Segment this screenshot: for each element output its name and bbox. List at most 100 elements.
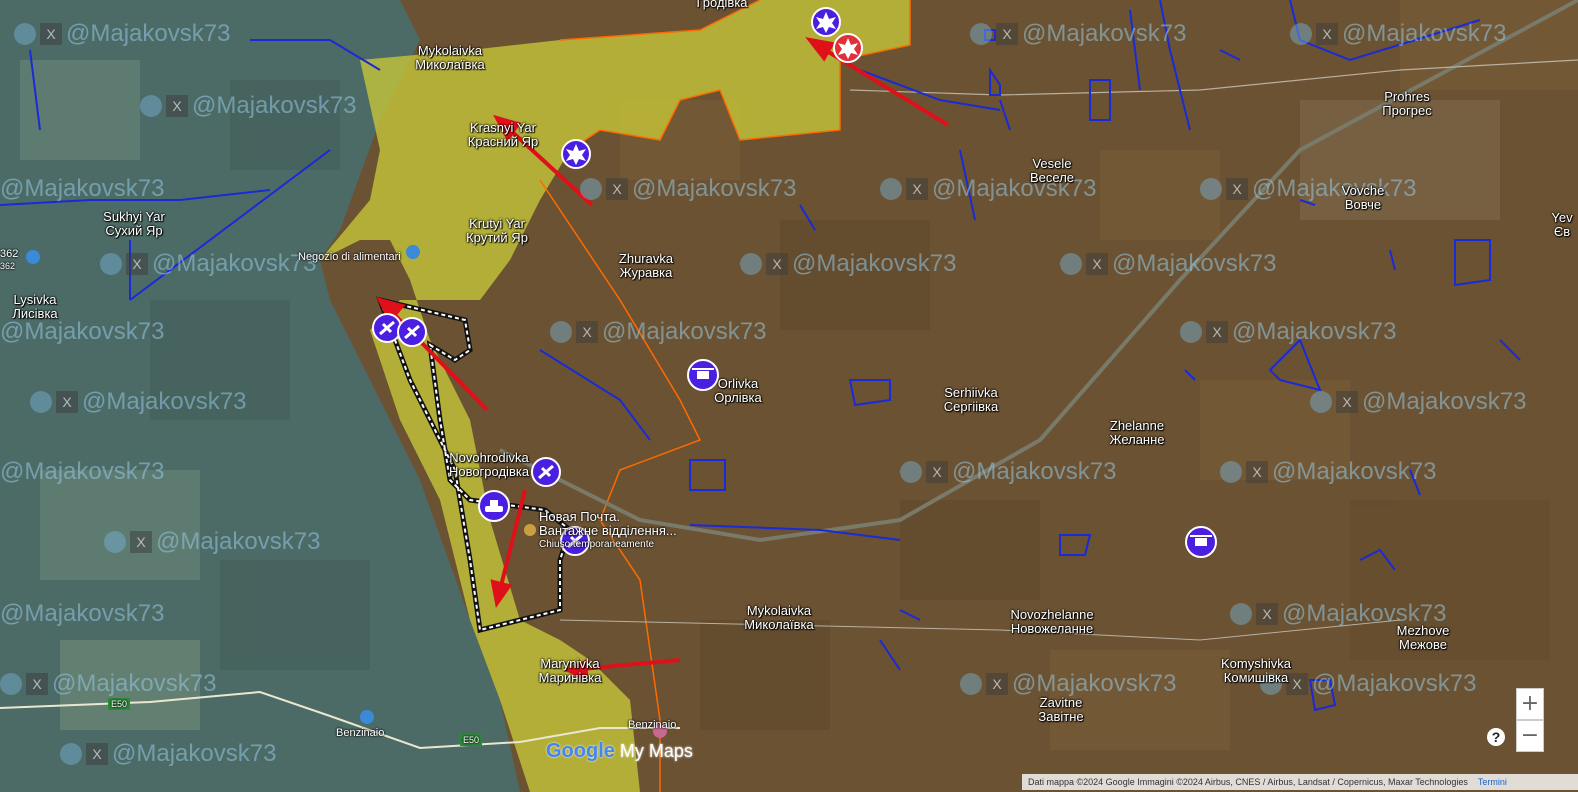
place-zhuravka[interactable]: Zhuravka Журавка bbox=[619, 252, 673, 280]
place-serhiivka[interactable]: Serhiivka Сергіівка bbox=[944, 386, 998, 414]
poi-362-sub: 362 bbox=[0, 261, 16, 271]
place-prohres[interactable]: Prohres Прогрес bbox=[1382, 90, 1432, 118]
telegram-icon bbox=[1310, 391, 1332, 413]
telegram-icon bbox=[550, 321, 572, 343]
telegram-icon bbox=[100, 253, 122, 275]
telegram-icon bbox=[1220, 461, 1242, 483]
watermark: X @Majakovsk73 bbox=[550, 318, 766, 346]
explosion-marker-red[interactable] bbox=[833, 33, 863, 63]
x-icon: X bbox=[1206, 321, 1228, 343]
x-icon: X bbox=[166, 95, 188, 117]
tank-marker[interactable] bbox=[478, 490, 510, 522]
watermark: X @Majakovsk73 bbox=[140, 92, 356, 120]
telegram-icon bbox=[960, 673, 982, 695]
place-sukhyi-yar[interactable]: Sukhyi Yar Сухий Яр bbox=[103, 210, 165, 238]
road-label-e50b: E50 bbox=[463, 735, 480, 745]
place-zavitne[interactable]: Zavitne Завітне bbox=[1038, 696, 1083, 724]
watermark: @Majakovsk73 bbox=[0, 318, 165, 345]
x-icon: X bbox=[56, 391, 78, 413]
x-icon: X bbox=[1086, 253, 1108, 275]
place-hrodivka[interactable]: Гродівка bbox=[696, 0, 747, 10]
x-icon: X bbox=[766, 253, 788, 275]
poi-nova-poshta-title[interactable]: Новая Почта. bbox=[539, 510, 620, 523]
place-krutyi-yar[interactable]: Krutyi Yar Крутий Яр bbox=[466, 217, 528, 245]
telegram-icon bbox=[1060, 253, 1082, 275]
watermark: X @Majakovsk73 bbox=[1290, 20, 1506, 48]
watermark: X @Majakovsk73 bbox=[970, 20, 1186, 48]
place-mezhove[interactable]: Mezhove Межове bbox=[1397, 624, 1450, 652]
mail-pin-icon[interactable] bbox=[26, 250, 40, 264]
watermark: X @Majakovsk73 bbox=[100, 250, 316, 278]
poi-362-label: 362 bbox=[0, 248, 19, 260]
explosion-marker-2[interactable] bbox=[561, 139, 591, 169]
poi-shop-label[interactable]: Negozio di alimentari bbox=[298, 251, 401, 263]
watermark: X @Majakovsk73 bbox=[1310, 388, 1526, 416]
zoom-in-button[interactable]: + bbox=[1516, 688, 1544, 720]
x-icon: X bbox=[986, 673, 1008, 695]
drone-marker-2[interactable] bbox=[1185, 526, 1217, 558]
telegram-icon bbox=[1230, 603, 1252, 625]
place-lysivka[interactable]: Lysivka Лисівка bbox=[12, 293, 57, 321]
watermark: X @Majakovsk73 bbox=[740, 250, 956, 278]
help-icon[interactable]: ? bbox=[1487, 728, 1505, 746]
x-icon: X bbox=[126, 253, 148, 275]
place-vovche[interactable]: Vovche Вовче bbox=[1342, 184, 1385, 212]
x-icon: X bbox=[1226, 178, 1248, 200]
place-novohrodivka[interactable]: Novohrodivka Новогродівка bbox=[449, 451, 529, 479]
telegram-icon bbox=[900, 461, 922, 483]
poi-nova-poshta-subtitle: Вантажне відділення... bbox=[539, 523, 677, 538]
x-icon: X bbox=[130, 531, 152, 553]
telegram-icon bbox=[60, 743, 82, 765]
shop-pin-icon[interactable] bbox=[406, 245, 420, 259]
explosion-marker-1[interactable] bbox=[811, 7, 841, 37]
road-label-e50a: E50 bbox=[111, 699, 128, 709]
x-icon: X bbox=[606, 178, 628, 200]
place-marynivka[interactable]: Marynivka Маринівка bbox=[539, 657, 602, 685]
telegram-icon bbox=[104, 531, 126, 553]
telegram-icon bbox=[970, 23, 992, 45]
place-mykolaivka-south[interactable]: Mykolaivka Миколаївка bbox=[744, 604, 813, 632]
zoom-out-button[interactable]: − bbox=[1516, 720, 1544, 752]
watermark: X @Majakovsk73 bbox=[1060, 250, 1276, 278]
aircraft-marker-1[interactable] bbox=[372, 313, 402, 343]
watermark: X @Majakovsk73 bbox=[1220, 458, 1436, 486]
telegram-icon bbox=[0, 673, 22, 695]
x-icon: X bbox=[996, 23, 1018, 45]
x-icon: X bbox=[926, 461, 948, 483]
x-icon: X bbox=[576, 321, 598, 343]
terms-link[interactable]: Termini bbox=[1478, 777, 1507, 787]
place-mykolaivka-north[interactable]: Mykolaivka Миколаївка bbox=[415, 44, 484, 72]
post-pin-icon[interactable] bbox=[524, 524, 536, 536]
google-mymaps-logo: Google My Maps bbox=[546, 740, 693, 762]
watermark: X @Majakovsk73 bbox=[960, 670, 1176, 698]
place-orlivka[interactable]: Orlivka Орлівка bbox=[714, 377, 761, 405]
place-zhelanne[interactable]: Zhelanne Желанне bbox=[1109, 419, 1164, 447]
place-vesele[interactable]: Vesele Веселе bbox=[1030, 157, 1074, 185]
telegram-icon bbox=[30, 391, 52, 413]
aircraft-marker-2[interactable] bbox=[397, 317, 427, 347]
watermark: @Majakovsk73 bbox=[0, 175, 165, 202]
poi-fuel-label[interactable]: Benzinaio bbox=[336, 727, 384, 739]
poi-fuel-label-2[interactable]: Benzinaio bbox=[628, 719, 676, 731]
place-yev[interactable]: Yev Єв bbox=[1551, 211, 1572, 239]
watermark: @Majakovsk73 bbox=[0, 458, 165, 485]
x-icon: X bbox=[906, 178, 928, 200]
poi-nova-poshta-status: Chiuso temporaneamente bbox=[539, 539, 655, 550]
x-icon: X bbox=[1316, 23, 1338, 45]
attribution-bar: Dati mappa ©2024 Google Immagini ©2024 A… bbox=[1022, 774, 1578, 790]
watermark: X @Majakovsk73 bbox=[1260, 670, 1476, 698]
x-icon: X bbox=[1336, 391, 1358, 413]
x-icon: X bbox=[40, 23, 62, 45]
watermark: X @Majakovsk73 bbox=[900, 458, 1116, 486]
place-krasnyi-yar[interactable]: Krasnyi Yar Красний Яр bbox=[468, 121, 538, 149]
fuel-pin-icon[interactable] bbox=[360, 710, 374, 724]
telegram-icon bbox=[1180, 321, 1202, 343]
watermark: X @Majakovsk73 bbox=[104, 528, 320, 556]
place-komyshivka[interactable]: Komyshivka Комишівка bbox=[1221, 657, 1291, 685]
watermark: X @Majakovsk73 bbox=[14, 20, 230, 48]
watermark: X @Majakovsk73 bbox=[60, 740, 276, 768]
telegram-icon bbox=[580, 178, 602, 200]
aircraft-marker-3[interactable] bbox=[531, 457, 561, 487]
watermark: X @Majakovsk73 bbox=[580, 175, 796, 203]
place-novozhelanne[interactable]: Novozhelanne Новожеланне bbox=[1010, 608, 1093, 636]
